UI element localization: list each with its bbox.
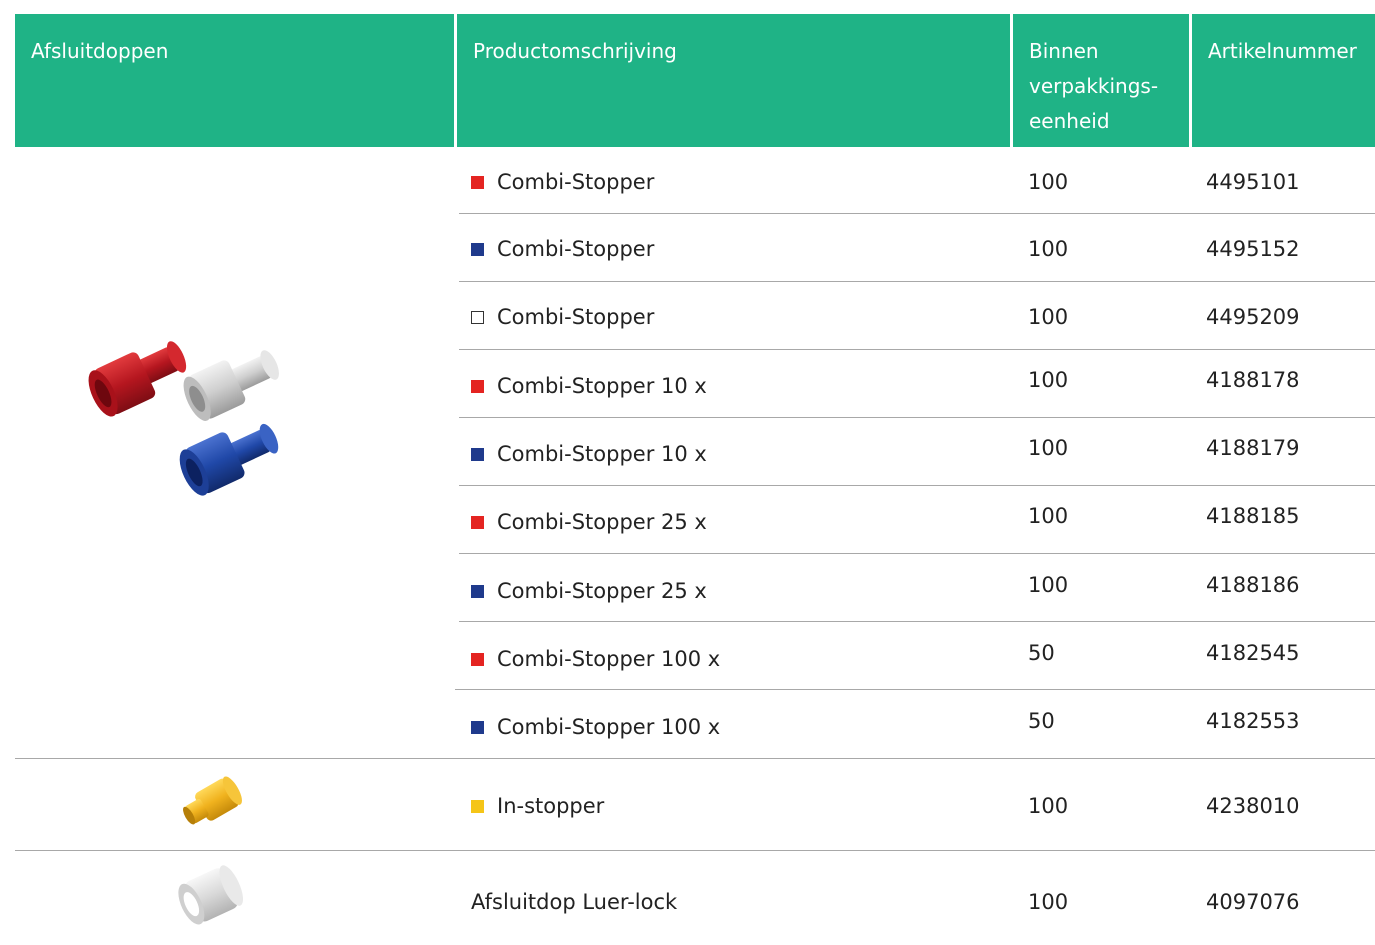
article-number: 4188178 [1206, 368, 1300, 392]
header-label: Binnen [1029, 39, 1099, 63]
product-description: Combi-Stopper 10 x [471, 372, 707, 400]
header-label: Productomschrijving [473, 39, 677, 63]
product-description: Combi-Stopper [471, 235, 654, 263]
package-quantity: 100 [1028, 504, 1069, 528]
red-swatch-icon [471, 652, 484, 666]
row-divider [459, 349, 1375, 350]
product-description: Afsluitdop Luer-lock [471, 890, 678, 914]
article-number: 4238010 [1206, 794, 1300, 818]
product-description: Combi-Stopper 25 x [471, 508, 707, 536]
header-label: verpakkings- [1029, 74, 1159, 98]
article-number: 4188179 [1206, 436, 1300, 460]
article-number: 4495152 [1206, 237, 1300, 261]
package-quantity: 100 [1028, 436, 1069, 460]
header-artikelnummer: Artikelnummer [1192, 14, 1375, 147]
package-quantity: 100 [1028, 794, 1069, 818]
row-divider [15, 850, 1375, 851]
table-row: Combi-Stopper 25 x 100 4188185 [0, 504, 1375, 536]
product-description: Combi-Stopper 25 x [471, 577, 707, 605]
blue-swatch-icon [471, 242, 484, 256]
row-divider [459, 417, 1375, 418]
row-divider [459, 281, 1375, 282]
article-number: 4097076 [1206, 890, 1300, 914]
white-swatch-icon [471, 310, 484, 324]
red-swatch-icon [471, 379, 484, 393]
package-quantity: 50 [1028, 709, 1055, 733]
product-description: Combi-Stopper [471, 168, 654, 196]
product-description: Combi-Stopper 100 x [471, 713, 720, 741]
red-swatch-icon [471, 175, 484, 189]
product-description: Combi-Stopper 10 x [471, 440, 707, 468]
package-quantity: 100 [1028, 305, 1069, 329]
row-divider [459, 485, 1375, 486]
product-description: In-stopper [471, 792, 604, 820]
row-divider [459, 553, 1375, 554]
in-stopper-image [183, 776, 242, 825]
article-number: 4182553 [1206, 709, 1300, 733]
article-number: 4188186 [1206, 573, 1300, 597]
package-quantity: 100 [1028, 890, 1069, 914]
product-description: Combi-Stopper [471, 303, 654, 331]
table-row: Combi-Stopper 100 4495101 [0, 168, 1375, 196]
package-quantity: 100 [1028, 170, 1069, 194]
table-row: Combi-Stopper 100 x 50 4182553 [0, 709, 1375, 741]
package-quantity: 100 [1028, 237, 1069, 261]
header-verpakkingseenheid: Binnen verpakkings- eenheid [1013, 14, 1189, 147]
header-productomschrijving: Productomschrijving [457, 14, 1010, 147]
table-row: Combi-Stopper 100 x 50 4182545 [0, 641, 1375, 673]
row-divider [15, 758, 1375, 759]
header-afsluitdoppen: Afsluitdoppen [15, 14, 454, 147]
article-number: 4495209 [1206, 305, 1300, 329]
blue-swatch-icon [471, 720, 484, 734]
table-row: Combi-Stopper 100 4495209 [0, 303, 1375, 331]
table-row: Combi-Stopper 25 x 100 4188186 [0, 573, 1375, 605]
row-divider [455, 689, 1375, 690]
yellow-swatch-icon [471, 799, 484, 813]
combi-stopper-image [88, 341, 279, 496]
header-label: eenheid [1029, 109, 1110, 133]
header-label: Afsluitdoppen [31, 39, 169, 63]
product-description: Combi-Stopper 100 x [471, 645, 720, 673]
row-divider [459, 213, 1375, 214]
blue-swatch-icon [471, 447, 484, 461]
article-number: 4182545 [1206, 641, 1300, 665]
table-row: Combi-Stopper 100 4495152 [0, 235, 1375, 263]
package-quantity: 100 [1028, 573, 1069, 597]
article-number: 4495101 [1206, 170, 1300, 194]
red-swatch-icon [471, 515, 484, 529]
luer-lock-cap-image [178, 865, 244, 925]
row-divider [459, 621, 1375, 622]
blue-swatch-icon [471, 584, 484, 598]
header-label: Artikelnummer [1208, 39, 1357, 63]
package-quantity: 50 [1028, 641, 1055, 665]
package-quantity: 100 [1028, 368, 1069, 392]
article-number: 4188185 [1206, 504, 1300, 528]
